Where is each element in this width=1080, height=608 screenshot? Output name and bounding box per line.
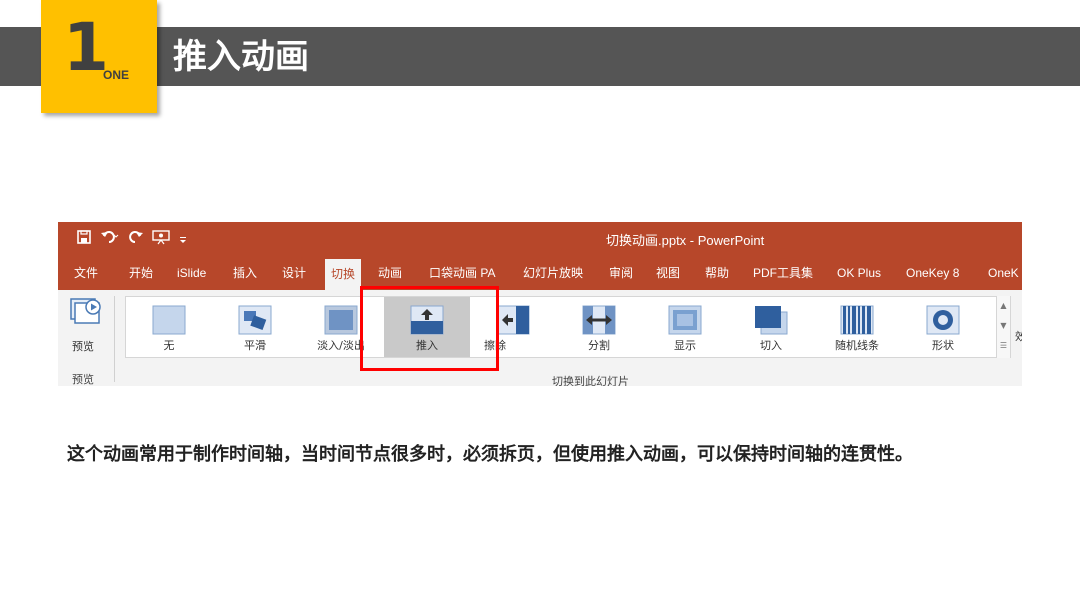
tab-help[interactable]: 帮助: [705, 257, 729, 290]
scroll-up-icon[interactable]: ▲: [997, 296, 1010, 316]
tab-transitions[interactable]: 切换: [325, 259, 362, 290]
undo-icon[interactable]: [100, 229, 120, 245]
morph-icon: [238, 305, 272, 335]
random-bars-icon: [840, 305, 874, 335]
tab-onekey[interactable]: OneKey 8: [906, 257, 959, 290]
title-bar: 切换动画.pptx - PowerPoint: [58, 222, 1022, 257]
transition-label: 平滑: [244, 339, 266, 352]
scroll-down-icon[interactable]: ▼: [997, 316, 1010, 336]
section-number: 1: [63, 9, 109, 86]
wipe-icon: [496, 305, 530, 335]
fade-icon: [324, 305, 358, 335]
transition-gallery: 无 平滑 淡入/淡出 推入 擦除 分割 显示 切入 随机线条 形状: [125, 296, 1011, 358]
ribbon-panel: 预览 预览 无 平滑 淡入/淡出 推入 擦除 分割 显示 切入 随机线条 形状 …: [58, 290, 1022, 386]
transition-none[interactable]: 无: [126, 297, 212, 357]
redo-icon[interactable]: [128, 229, 144, 245]
tab-onek-cut[interactable]: OneK: [988, 257, 1019, 290]
title-band: [0, 27, 1080, 86]
customize-icon[interactable]: [178, 229, 188, 245]
tab-ok-plus[interactable]: OK Plus: [837, 257, 881, 290]
transition-random-bars[interactable]: 随机线条: [814, 297, 900, 357]
preview-button-label: 预览: [72, 340, 94, 353]
transition-label: 切入: [760, 339, 782, 352]
transition-cut[interactable]: 切入: [728, 297, 814, 357]
slide-caption: 这个动画常用于制作时间轴，当时间节点很多时，必须拆页，但使用推入动画，可以保持时…: [67, 444, 913, 465]
highlight-box: [360, 286, 499, 371]
section-word: ONE: [103, 68, 130, 82]
cut-icon: [755, 306, 788, 335]
section-badge: 1 ONE: [41, 0, 157, 113]
shape-icon: [926, 305, 960, 335]
transition-reveal[interactable]: 显示: [642, 297, 728, 357]
preview-button[interactable]: 预览: [66, 296, 106, 353]
tab-design[interactable]: 设计: [282, 257, 306, 290]
effect-options-label[interactable]: 效: [1015, 328, 1022, 344]
gallery-more-icon[interactable]: ☰: [997, 336, 1010, 356]
window-title: 切换动画.pptx - PowerPoint: [606, 233, 765, 248]
tab-home[interactable]: 开始: [129, 257, 153, 290]
quick-access-toolbar: [76, 229, 188, 245]
none-icon: [152, 305, 186, 335]
gallery-scrollbar[interactable]: ▲ ▼ ☰: [996, 296, 1010, 358]
group-separator: [114, 296, 115, 382]
preview-icon: [70, 298, 101, 324]
tab-view[interactable]: 视图: [656, 257, 680, 290]
transition-label: 形状: [932, 339, 954, 352]
tab-review[interactable]: 审阅: [609, 257, 633, 290]
reveal-icon: [668, 305, 702, 335]
preview-group-label: 预览: [72, 373, 94, 386]
transition-label: 随机线条: [835, 339, 879, 352]
tab-file[interactable]: 文件: [74, 257, 98, 290]
present-icon[interactable]: [152, 229, 170, 245]
transition-split[interactable]: 分割: [556, 297, 642, 357]
transition-morph[interactable]: 平滑: [212, 297, 298, 357]
save-icon[interactable]: [76, 229, 92, 245]
tab-insert[interactable]: 插入: [233, 257, 257, 290]
tab-slideshow[interactable]: 幻灯片放映: [523, 257, 583, 290]
ribbon-tabs: 文件 开始 iSlide 插入 设计 切换 动画 口袋动画 PA 幻灯片放映 审…: [58, 257, 1022, 290]
transitions-group-label: 切换到此幻灯片: [552, 375, 629, 386]
transition-shape[interactable]: 形状: [900, 297, 986, 357]
transition-label: 分割: [588, 339, 610, 352]
powerpoint-window: 切换动画.pptx - PowerPoint 文件 开始 iSlide 插入 设…: [58, 222, 1022, 386]
slide-title: 推入动画: [173, 37, 309, 77]
tab-islide[interactable]: iSlide: [177, 257, 206, 290]
tab-pdf-tools[interactable]: PDF工具集: [753, 257, 813, 290]
transition-label: 显示: [674, 339, 696, 352]
transition-label: 无: [163, 339, 175, 352]
split-icon: [582, 305, 616, 335]
